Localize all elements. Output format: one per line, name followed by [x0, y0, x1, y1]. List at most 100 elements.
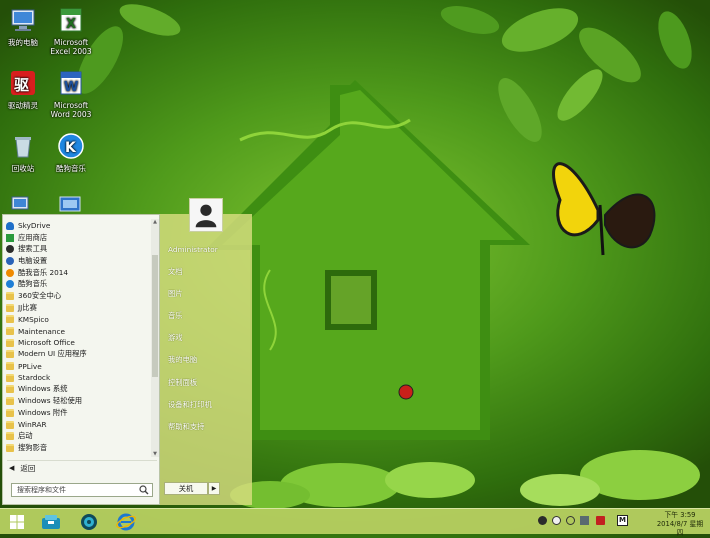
- program-label: 搜索工具: [18, 244, 48, 254]
- tray-clock[interactable]: 下午 3:59 2014/8/7 星期四: [654, 511, 706, 538]
- clock-time: 下午 3:59: [664, 511, 696, 519]
- program-folder-windows-ease-of-access[interactable]: Windows 轻松使用: [6, 395, 148, 407]
- program-folder-startup[interactable]: 启动: [6, 430, 148, 442]
- grass-house: [205, 80, 530, 440]
- program-item-store[interactable]: 应用商店: [6, 232, 148, 244]
- program-label: KMSpico: [18, 314, 49, 324]
- tray-expand-icon[interactable]: [538, 516, 547, 525]
- start-icon[interactable]: [6, 512, 28, 532]
- program-folder-modern-ui[interactable]: Modern UI 应用程序: [6, 349, 148, 361]
- file-explorer-icon[interactable]: [40, 512, 62, 532]
- shutdown-button[interactable]: 关机: [164, 482, 208, 495]
- program-folder-360[interactable]: 360安全中心: [6, 290, 148, 302]
- place-computer[interactable]: 我的电脑: [168, 355, 197, 365]
- desktop-icon-driver-genius[interactable]: 驱 驱动精灵: [1, 69, 45, 110]
- desktop-icon-label: Microsoft Excel 2003: [50, 38, 92, 56]
- program-folder-jj[interactable]: JJ比赛: [6, 302, 148, 314]
- desktop-icon-my-computer[interactable]: 我的电脑: [1, 6, 45, 47]
- desktop-icon-label: 驱动精灵: [8, 101, 38, 110]
- program-folder-sogou-video[interactable]: 搜狗影音: [6, 442, 148, 454]
- place-help-support[interactable]: 帮助和支持: [168, 422, 204, 432]
- folder-icon: [6, 397, 14, 406]
- input-method-icon[interactable]: M: [617, 515, 628, 526]
- power-icon[interactable]: [566, 516, 575, 525]
- back-button[interactable]: ◀ 返回: [7, 460, 157, 475]
- computer-icon: [11, 9, 35, 31]
- program-label: Modern UI 应用程序: [18, 349, 87, 359]
- taskbar: M 下午 3:59 2014/8/7 星期四: [0, 508, 710, 537]
- network-icon[interactable]: [10, 195, 32, 213]
- program-folder-maintenance[interactable]: Maintenance: [6, 325, 148, 337]
- program-item-skydrive[interactable]: SkyDrive: [6, 220, 148, 232]
- search-input[interactable]: 搜索程序和文件: [11, 483, 153, 497]
- desktop-icon-word[interactable]: W Microsoft Word 2003: [49, 69, 93, 119]
- search-icon[interactable]: [139, 485, 149, 495]
- search-placeholder: 搜索程序和文件: [17, 486, 66, 494]
- program-list-scrollbar[interactable]: ▲ ▼: [151, 219, 159, 457]
- user-avatar[interactable]: [189, 198, 223, 232]
- program-label: Windows 系统: [18, 384, 68, 394]
- internet-explorer-icon[interactable]: [115, 512, 137, 532]
- chevron-right-icon: ▶: [211, 485, 217, 492]
- network-status-icon[interactable]: [580, 516, 589, 525]
- program-item-pc-settings[interactable]: 电脑设置: [6, 255, 148, 267]
- scroll-up-icon[interactable]: ▲: [151, 219, 159, 225]
- scroll-down-icon[interactable]: ▼: [151, 451, 159, 457]
- shutdown-options-button[interactable]: ▶: [208, 482, 220, 495]
- desktop-icon-excel[interactable]: X Microsoft Excel 2003: [49, 6, 93, 56]
- folder-icon: [6, 385, 14, 394]
- program-label: 应用商店: [18, 232, 48, 242]
- place-pictures[interactable]: 图片: [168, 289, 183, 299]
- recycle-bin-icon: [15, 137, 31, 158]
- program-folder-microsoft-office[interactable]: Microsoft Office: [6, 337, 148, 349]
- program-folder-pplive[interactable]: PPLive: [6, 360, 148, 372]
- place-music[interactable]: 音乐: [168, 311, 183, 321]
- program-label: Windows 轻松使用: [18, 396, 83, 406]
- program-folder-kmspico[interactable]: KMSpico: [6, 314, 148, 326]
- program-folder-winrar[interactable]: WinRAR: [6, 419, 148, 431]
- driver-genius-icon: 驱: [11, 71, 35, 95]
- program-folder-windows-accessories[interactable]: Windows 附件: [6, 407, 148, 419]
- cloud-icon: [6, 221, 14, 230]
- desktop-icon-kugou[interactable]: K 酷狗音乐: [49, 132, 93, 173]
- kugou-icon: [6, 280, 14, 289]
- program-label: PPLive: [18, 361, 42, 371]
- folder-icon: [6, 443, 14, 452]
- program-label: SkyDrive: [18, 221, 51, 231]
- program-folder-windows-system[interactable]: Windows 系统: [6, 384, 148, 396]
- folder-icon: [6, 350, 14, 359]
- volume-muted-icon[interactable]: [596, 516, 605, 525]
- program-item-search-tool[interactable]: 搜索工具: [6, 243, 148, 255]
- svg-text:K: K: [65, 140, 77, 156]
- media-player-icon[interactable]: [78, 512, 100, 532]
- desktop-icon-label: 回收站: [11, 164, 35, 173]
- folder-icon: [6, 362, 14, 371]
- scrollbar-thumb[interactable]: [152, 255, 158, 377]
- excel-icon: X: [60, 8, 82, 32]
- folder-icon: [6, 338, 14, 347]
- program-list: SkyDrive 应用商店 搜索工具 电脑设置 酷我音乐 2014 酷狗音乐 3…: [6, 220, 148, 454]
- place-documents[interactable]: 文档: [168, 267, 183, 277]
- program-folder-stardock[interactable]: Stardock: [6, 372, 148, 384]
- butterfly: [552, 162, 656, 256]
- clock-date: 2014/8/7 星期四: [656, 520, 704, 537]
- folder-icon: [6, 303, 14, 312]
- program-item-kuwo[interactable]: 酷我音乐 2014: [6, 267, 148, 279]
- program-item-kugou[interactable]: 酷狗音乐: [6, 278, 148, 290]
- chevron-left-icon: ◀: [9, 464, 15, 472]
- desktop-icon-label: 我的电脑: [8, 38, 38, 47]
- place-control-panel[interactable]: 控制面板: [168, 378, 197, 388]
- desktop-icon-label: 酷狗音乐: [56, 164, 86, 173]
- svg-text:X: X: [66, 17, 76, 32]
- folder-icon: [6, 327, 14, 336]
- desktop-icon-recycle-bin[interactable]: 回收站: [1, 132, 45, 173]
- user-name[interactable]: Administrator: [168, 245, 218, 254]
- word-icon: W: [60, 71, 82, 95]
- place-devices-printers[interactable]: 设备和打印机: [168, 400, 212, 410]
- video-player-icon[interactable]: [58, 195, 82, 213]
- place-games[interactable]: 游戏: [168, 333, 183, 343]
- security-shield-icon[interactable]: [552, 516, 561, 525]
- back-label: 返回: [20, 463, 36, 473]
- folder-icon: [6, 432, 14, 441]
- program-label: Maintenance: [18, 326, 65, 336]
